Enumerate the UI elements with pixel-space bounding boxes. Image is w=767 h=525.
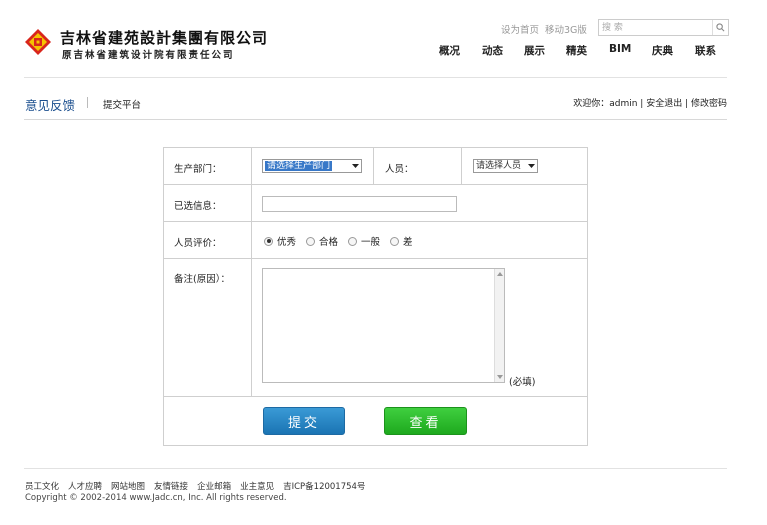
logout-link[interactable]: 安全退出 xyxy=(646,99,682,109)
footer-link-friends[interactable]: 友情链接 xyxy=(154,480,188,492)
rating-option-label: 差 xyxy=(403,237,413,248)
department-select[interactable]: 请选择生产部门 xyxy=(262,159,362,173)
copyright: Copyright © 2002-2014 www.Jadc.cn, Inc. … xyxy=(25,493,287,503)
title-separator xyxy=(87,97,88,108)
selected-info-input[interactable] xyxy=(262,196,457,212)
remark-textarea[interactable] xyxy=(262,268,505,383)
footer-link-feedback[interactable]: 业主意见 xyxy=(240,480,274,492)
chevron-down-icon xyxy=(350,161,360,171)
form-row-rating: 人员评价： 优秀 合格 一般 差 xyxy=(164,222,587,259)
view-button[interactable]: 查看 xyxy=(384,407,467,435)
rating-radio-qualified[interactable] xyxy=(306,236,316,246)
footer-link-careers[interactable]: 人才应聘 xyxy=(68,480,102,492)
search-input[interactable] xyxy=(599,20,711,35)
person-select-value: 请选择人员 xyxy=(476,161,522,171)
nav-item-contact[interactable]: 联系 xyxy=(695,43,716,58)
feedback-form: 生产部门： 请选择生产部门 人员： 请选择人员 已选信息： 人员评价： 优秀 合… xyxy=(163,147,588,446)
page-subtitle: 提交平台 xyxy=(103,100,142,111)
rating-label: 人员评价： xyxy=(174,238,222,249)
mobile-3g-link[interactable]: 移动3G版 xyxy=(545,22,587,36)
rating-option-label: 一般 xyxy=(361,237,381,248)
search-button[interactable] xyxy=(712,20,728,35)
form-row-remark: 备注(原因）： (必填) xyxy=(164,259,587,397)
user-bar: 欢迎你：admin | 安全退出 | 修改密码 xyxy=(573,99,727,109)
remark-label: 备注(原因）： xyxy=(174,274,230,285)
department-select-value: 请选择生产部门 xyxy=(265,161,333,171)
welcome-text: 欢迎你： xyxy=(573,99,610,109)
page-title: 意见反馈 xyxy=(25,98,76,113)
search-box xyxy=(598,19,729,36)
company-name: 吉林省建苑設計集團有限公司 xyxy=(60,29,269,47)
footer-link-culture[interactable]: 员工文化 xyxy=(25,480,59,492)
department-label: 生产部门： xyxy=(174,164,222,175)
required-note: (必填) xyxy=(509,377,536,388)
rating-radio-poor[interactable] xyxy=(390,236,400,246)
form-row-selected-info: 已选信息： xyxy=(164,185,587,222)
nav-item-news[interactable]: 动态 xyxy=(482,43,503,58)
remark-scrollbar[interactable] xyxy=(494,269,504,382)
company-logo-icon xyxy=(25,29,51,55)
nav-item-elite[interactable]: 精英 xyxy=(566,43,587,58)
footer-divider xyxy=(24,468,727,469)
change-password-link[interactable]: 修改密码 xyxy=(691,99,727,109)
footer-link-icp[interactable]: 吉ICP备12001754号 xyxy=(283,480,365,492)
rating-option-label: 优秀 xyxy=(277,237,297,248)
rating-option-label: 合格 xyxy=(319,237,339,248)
scroll-down-icon[interactable] xyxy=(496,373,504,381)
person-label: 人员： xyxy=(385,164,414,175)
company-former-name: 原吉林省建筑设计院有限责任公司 xyxy=(62,50,235,61)
selected-info-label: 已选信息： xyxy=(174,201,222,212)
username: admin xyxy=(609,99,638,109)
rating-radio-excellent[interactable] xyxy=(264,236,273,246)
nav-item-bim[interactable]: BIM xyxy=(609,43,631,55)
set-homepage-link[interactable]: 设为首页 xyxy=(501,22,539,36)
header-divider xyxy=(24,77,727,78)
chevron-down-icon xyxy=(526,161,536,171)
search-icon xyxy=(716,23,725,32)
nav-item-celebration[interactable]: 庆典 xyxy=(652,43,673,58)
footer-link-sitemap[interactable]: 网站地图 xyxy=(111,480,145,492)
scroll-up-icon[interactable] xyxy=(496,270,504,278)
subheader-divider xyxy=(24,119,727,120)
person-select[interactable]: 请选择人员 xyxy=(473,159,538,173)
rating-radio-group: 优秀 合格 一般 差 xyxy=(264,234,423,248)
rating-radio-average[interactable] xyxy=(348,236,358,246)
nav-item-showcase[interactable]: 展示 xyxy=(524,43,545,58)
footer-links: 员工文化 人才应聘 网站地图 友情链接 企业邮箱 业主意见 吉ICP备12001… xyxy=(25,480,374,492)
form-row-department: 生产部门： 请选择生产部门 人员： 请选择人员 xyxy=(164,148,587,185)
footer-link-mail[interactable]: 企业邮箱 xyxy=(197,480,231,492)
nav-item-overview[interactable]: 概况 xyxy=(439,43,460,58)
submit-button[interactable]: 提交 xyxy=(263,407,345,435)
